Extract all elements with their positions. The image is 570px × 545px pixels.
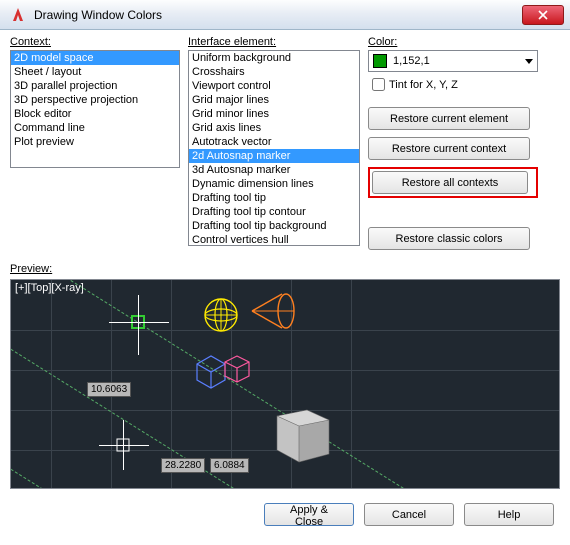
context-item[interactable]: 3D parallel projection	[11, 79, 179, 93]
viewport-label: [+][Top][X-ray]	[15, 282, 84, 294]
context-item[interactable]: 2D model space	[11, 51, 179, 65]
coord-badge: 10.6063	[87, 382, 131, 397]
chevron-down-icon	[525, 59, 533, 64]
interface-item[interactable]: Uniform background	[189, 51, 359, 65]
tint-checkbox[interactable]	[372, 78, 385, 91]
highlight-box: Restore all contexts	[368, 167, 538, 198]
color-dropdown[interactable]: 1,152,1	[368, 50, 538, 72]
crosshair-box-icon	[116, 438, 130, 452]
interface-item[interactable]: Grid axis lines	[189, 121, 359, 135]
interface-item[interactable]: Drafting tool tip	[189, 191, 359, 205]
interface-item[interactable]: Viewport control	[189, 79, 359, 93]
interface-item[interactable]: 3d Autosnap marker	[189, 163, 359, 177]
close-button[interactable]	[522, 5, 564, 25]
color-swatch	[373, 54, 387, 68]
coord-badge: 28.2280	[161, 458, 205, 473]
interface-item[interactable]: Control vertices hull	[189, 233, 359, 246]
wireframe-cube2-icon	[221, 352, 257, 388]
tint-checkbox-row[interactable]: Tint for X, Y, Z	[372, 78, 538, 91]
title-bar: Drawing Window Colors	[0, 0, 570, 30]
color-value: 1,152,1	[393, 55, 525, 67]
interface-item[interactable]: Drafting tool tip contour	[189, 205, 359, 219]
cancel-button[interactable]: Cancel	[364, 503, 454, 526]
wireframe-cone-icon	[248, 290, 298, 332]
interface-label: Interface element:	[188, 36, 360, 48]
dialog-content: Context: 2D model spaceSheet / layout3D …	[0, 30, 570, 545]
restore-element-button[interactable]: Restore current element	[368, 107, 530, 130]
solid-cube-icon	[267, 396, 337, 466]
interface-item[interactable]: Dynamic dimension lines	[189, 177, 359, 191]
coord-badge: 6.0884	[210, 458, 249, 473]
interface-item[interactable]: Crosshairs	[189, 65, 359, 79]
context-label: Context:	[10, 36, 180, 48]
context-item[interactable]: 3D perspective projection	[11, 93, 179, 107]
context-item[interactable]: Block editor	[11, 107, 179, 121]
context-listbox[interactable]: 2D model spaceSheet / layout3D parallel …	[10, 50, 180, 168]
context-item[interactable]: Sheet / layout	[11, 65, 179, 79]
restore-context-button[interactable]: Restore current context	[368, 137, 530, 160]
tint-label: Tint for X, Y, Z	[389, 79, 458, 91]
restore-all-button[interactable]: Restore all contexts	[372, 171, 528, 194]
interface-item[interactable]: Autotrack vector	[189, 135, 359, 149]
restore-classic-button[interactable]: Restore classic colors	[368, 227, 530, 250]
interface-listbox[interactable]: Uniform backgroundCrosshairsViewport con…	[188, 50, 360, 246]
preview-pane: [+][Top][X-ray] 10.6063 28.2280 6.0884	[10, 279, 560, 489]
interface-item[interactable]: Grid major lines	[189, 93, 359, 107]
wireframe-sphere-icon	[201, 295, 241, 335]
button-bar: Apply & Close Cancel Help	[10, 503, 560, 526]
app-icon	[8, 5, 28, 25]
help-button[interactable]: Help	[464, 503, 554, 526]
context-item[interactable]: Plot preview	[11, 135, 179, 149]
window-title: Drawing Window Colors	[34, 8, 522, 22]
color-label: Color:	[368, 36, 538, 48]
context-item[interactable]: Command line	[11, 121, 179, 135]
apply-close-button[interactable]: Apply & Close	[264, 503, 354, 526]
interface-item[interactable]: 2d Autosnap marker	[189, 149, 359, 163]
interface-item[interactable]: Grid minor lines	[189, 107, 359, 121]
interface-item[interactable]: Drafting tool tip background	[189, 219, 359, 233]
preview-label: Preview:	[10, 263, 560, 275]
